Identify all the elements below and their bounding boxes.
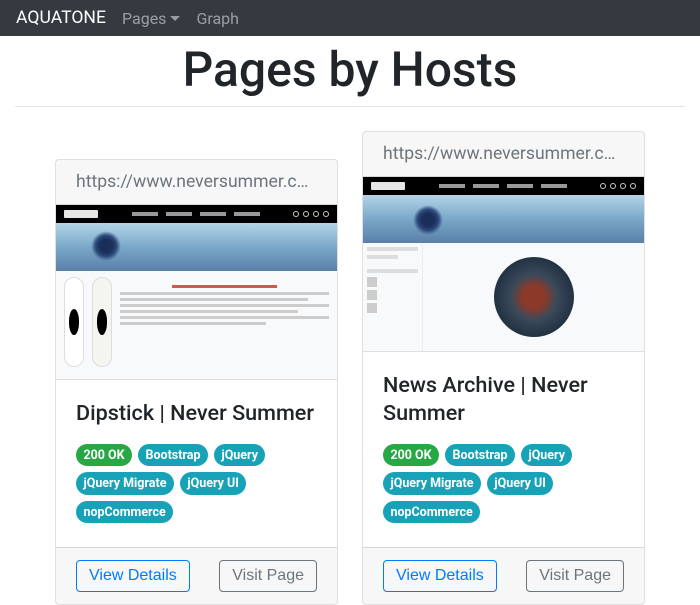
badges: 200 OK Bootstrap jQuery jQuery Migrate j… — [383, 444, 624, 523]
page-title: Pages by Hosts — [15, 41, 685, 98]
nav-link-label: Pages — [122, 9, 166, 28]
host-card: https://www.neversummer.com/e... — [362, 131, 645, 605]
status-badge: 200 OK — [76, 444, 132, 466]
navbar: AQUATONE Pages Graph — [0, 0, 700, 36]
nav-link-graph[interactable]: Graph — [196, 9, 239, 28]
card-url: https://www.neversummer.com/e... — [363, 132, 644, 177]
view-details-button[interactable]: View Details — [76, 560, 190, 592]
nav-link-pages[interactable]: Pages — [122, 9, 180, 28]
visit-page-button[interactable]: Visit Page — [526, 560, 624, 592]
tech-badge: jQuery UI — [487, 472, 553, 494]
navbar-brand[interactable]: AQUATONE — [16, 8, 106, 28]
card-title: Dipstick | Never Summer — [76, 400, 317, 428]
tech-badge: jQuery Migrate — [383, 472, 481, 494]
tech-badge: nopCommerce — [76, 501, 173, 523]
tech-badge: Bootstrap — [445, 444, 515, 466]
chevron-down-icon — [170, 16, 180, 21]
screenshot-thumbnail[interactable] — [56, 205, 337, 380]
card-url: https://www.neversummer.com/di... — [56, 160, 337, 205]
tech-badge: nopCommerce — [383, 501, 480, 523]
status-badge: 200 OK — [383, 444, 439, 466]
tech-badge: jQuery Migrate — [76, 472, 174, 494]
tech-badge: jQuery UI — [180, 472, 246, 494]
tech-badge: Bootstrap — [138, 444, 208, 466]
visit-page-button[interactable]: Visit Page — [219, 560, 317, 592]
card-title: News Archive | Never Summer — [383, 372, 624, 428]
tech-badge: jQuery — [521, 444, 572, 466]
screenshot-thumbnail[interactable] — [363, 177, 644, 352]
cards-row: https://www.neversummer.com/di... — [15, 131, 685, 605]
tech-badge: jQuery — [214, 444, 265, 466]
view-details-button[interactable]: View Details — [383, 560, 497, 592]
divider — [15, 106, 685, 107]
badges: 200 OK Bootstrap jQuery jQuery Migrate j… — [76, 444, 317, 523]
host-card: https://www.neversummer.com/di... — [55, 159, 338, 605]
